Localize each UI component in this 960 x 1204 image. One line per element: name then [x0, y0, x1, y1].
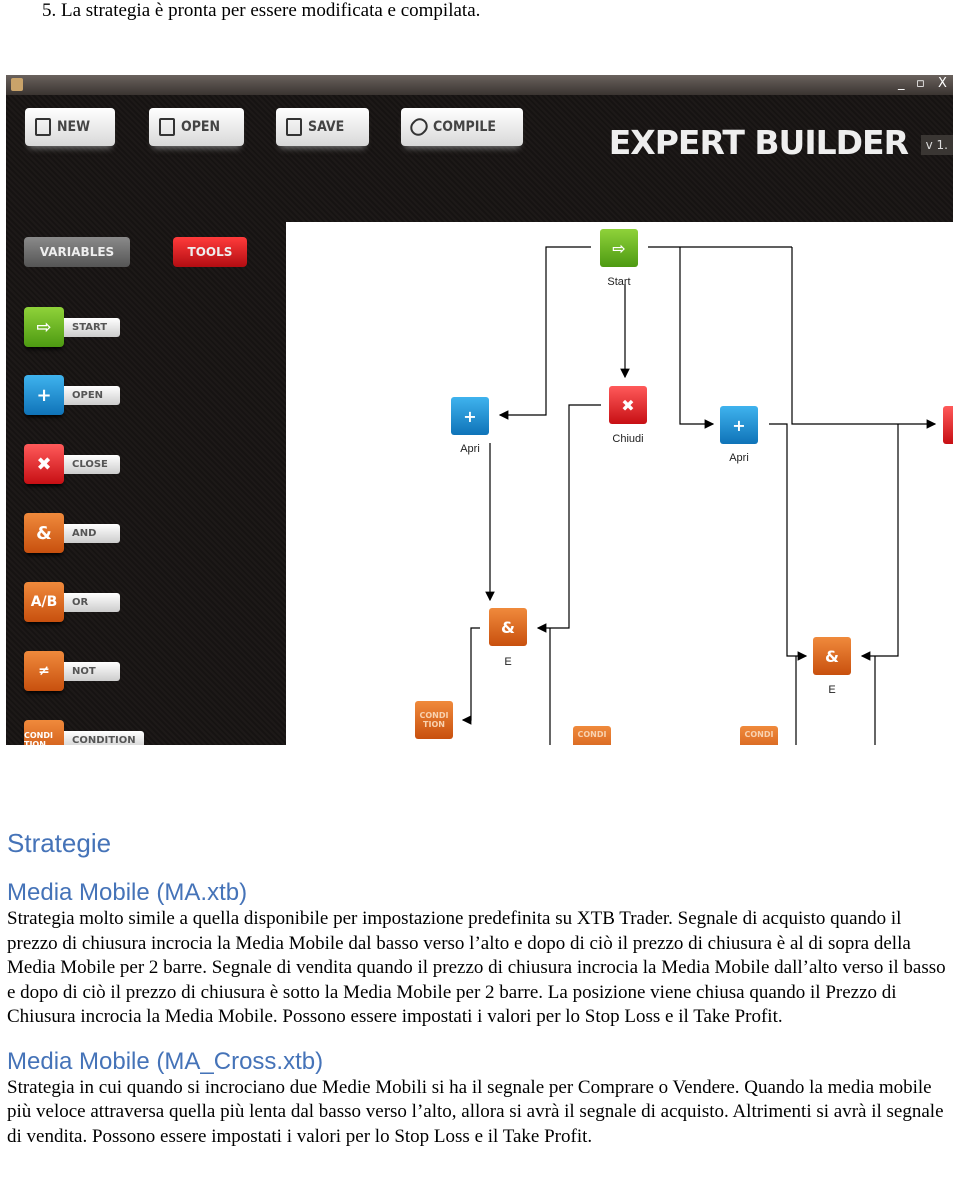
or-tool-icon: A/B: [24, 582, 64, 622]
connector: [461, 627, 480, 725]
tab-tools[interactable]: TOOLS: [173, 237, 247, 267]
connector: [679, 247, 715, 429]
strategy-title: Media Mobile (MA_Cross.xtb): [7, 1047, 324, 1075]
open-node[interactable]: +: [720, 406, 758, 444]
start-icon: ⇨: [612, 238, 626, 258]
restore-button[interactable]: ▫: [916, 76, 925, 91]
document-body: Strategie Media Mobile (MA.xtb) Strategi…: [7, 828, 952, 1149]
step-text: 5. La strategia è pronta per essere modi…: [42, 0, 481, 21]
floppy-icon: [286, 118, 302, 136]
connector-lines: [461, 246, 937, 745]
connector: [769, 423, 808, 661]
strategy-text: Strategia in cui quando si incrociano du…: [7, 1076, 944, 1147]
strategy-title: Media Mobile (MA.xtb): [7, 879, 248, 906]
new-button[interactable]: NEW: [25, 108, 115, 146]
node-label: Apri: [460, 443, 480, 455]
close-node[interactable]: ✖: [943, 406, 953, 444]
new-label: NEW: [57, 119, 91, 135]
condition-node[interactable]: CONDI: [740, 726, 778, 745]
node-label: E: [828, 684, 836, 696]
file-icon: [35, 118, 51, 136]
start-tool-icon: ⇨: [24, 307, 64, 347]
tool-open[interactable]: + OPEN: [24, 375, 120, 415]
tool-label: NOT: [64, 661, 120, 681]
brand-title: EXPERT BUILDER: [608, 123, 909, 162]
tool-not[interactable]: ≠ NOT: [24, 651, 120, 691]
minimize-button[interactable]: _: [898, 76, 905, 91]
version-badge: v 1.: [920, 135, 953, 155]
compile-label: COMPILE: [433, 119, 497, 135]
tool-start[interactable]: ⇨ START: [24, 307, 120, 347]
not-tool-icon: ≠: [24, 651, 64, 691]
close-node[interactable]: ✖: [609, 386, 647, 424]
compile-button[interactable]: COMPILE: [401, 108, 523, 146]
condition-icon: CONDI: [744, 729, 774, 739]
close-tool-icon: ✖: [24, 444, 64, 484]
tool-label: AND: [64, 523, 120, 543]
condition-icon: CONDI: [577, 729, 607, 739]
open-node[interactable]: +: [451, 397, 489, 435]
condition-node[interactable]: CONDI TION: [415, 701, 453, 739]
java-icon: [11, 78, 23, 91]
close-icon: ✖: [621, 395, 635, 415]
connector: [498, 246, 591, 420]
connector: [791, 247, 937, 429]
open-label: OPEN: [181, 119, 221, 135]
tool-and[interactable]: & AND: [24, 513, 120, 553]
tool-label: CONDITION: [64, 730, 144, 745]
node-label: Start: [607, 276, 631, 288]
open-button[interactable]: OPEN: [149, 108, 244, 146]
and-tool-icon: &: [24, 513, 64, 553]
connector: [860, 424, 899, 661]
tool-close[interactable]: ✖ CLOSE: [24, 444, 120, 484]
node-label: E: [504, 656, 512, 668]
link-icon: [406, 114, 432, 140]
tool-condition[interactable]: CONDI TION CONDITION: [24, 720, 144, 745]
open-file-icon: [159, 118, 175, 136]
section-title: Strategie: [7, 828, 112, 858]
tool-label: START: [64, 317, 120, 337]
tab-variables[interactable]: VARIABLES: [24, 237, 130, 267]
start-node[interactable]: ⇨: [600, 229, 638, 267]
open-tool-icon: +: [24, 375, 64, 415]
and-icon: &: [825, 646, 839, 666]
save-button[interactable]: SAVE: [276, 108, 369, 146]
title-bar: _ ▫ X: [6, 75, 953, 95]
condition-tool-icon: CONDI TION: [24, 720, 64, 745]
and-node[interactable]: &: [813, 637, 851, 675]
diagram-canvas[interactable]: ⇨Start+Apri✖Chiudi+Apri✖C&E&ECONDI TIONC…: [286, 222, 953, 745]
node-label: Chiudi: [612, 433, 644, 445]
open-icon: +: [463, 406, 477, 426]
connector: [536, 404, 601, 633]
and-icon: &: [501, 617, 515, 637]
expert-builder-window: _ ▫ X NEW OPEN SAVE COMPILE EXPERT BUILD…: [6, 75, 953, 745]
tool-label: CLOSE: [64, 454, 120, 474]
close-button[interactable]: X: [938, 76, 947, 91]
open-icon: +: [732, 415, 746, 435]
tool-or[interactable]: A/B OR: [24, 582, 120, 622]
strategy-text: Strategia molto simile a quella disponib…: [7, 908, 946, 1027]
node-label: Apri: [729, 452, 749, 464]
condition-node[interactable]: CONDI: [573, 726, 611, 745]
save-label: SAVE: [308, 119, 345, 135]
tool-label: OR: [64, 592, 120, 612]
tool-label: OPEN: [64, 385, 120, 405]
and-node[interactable]: &: [489, 608, 527, 646]
condition-icon: CONDI TION: [419, 711, 449, 729]
